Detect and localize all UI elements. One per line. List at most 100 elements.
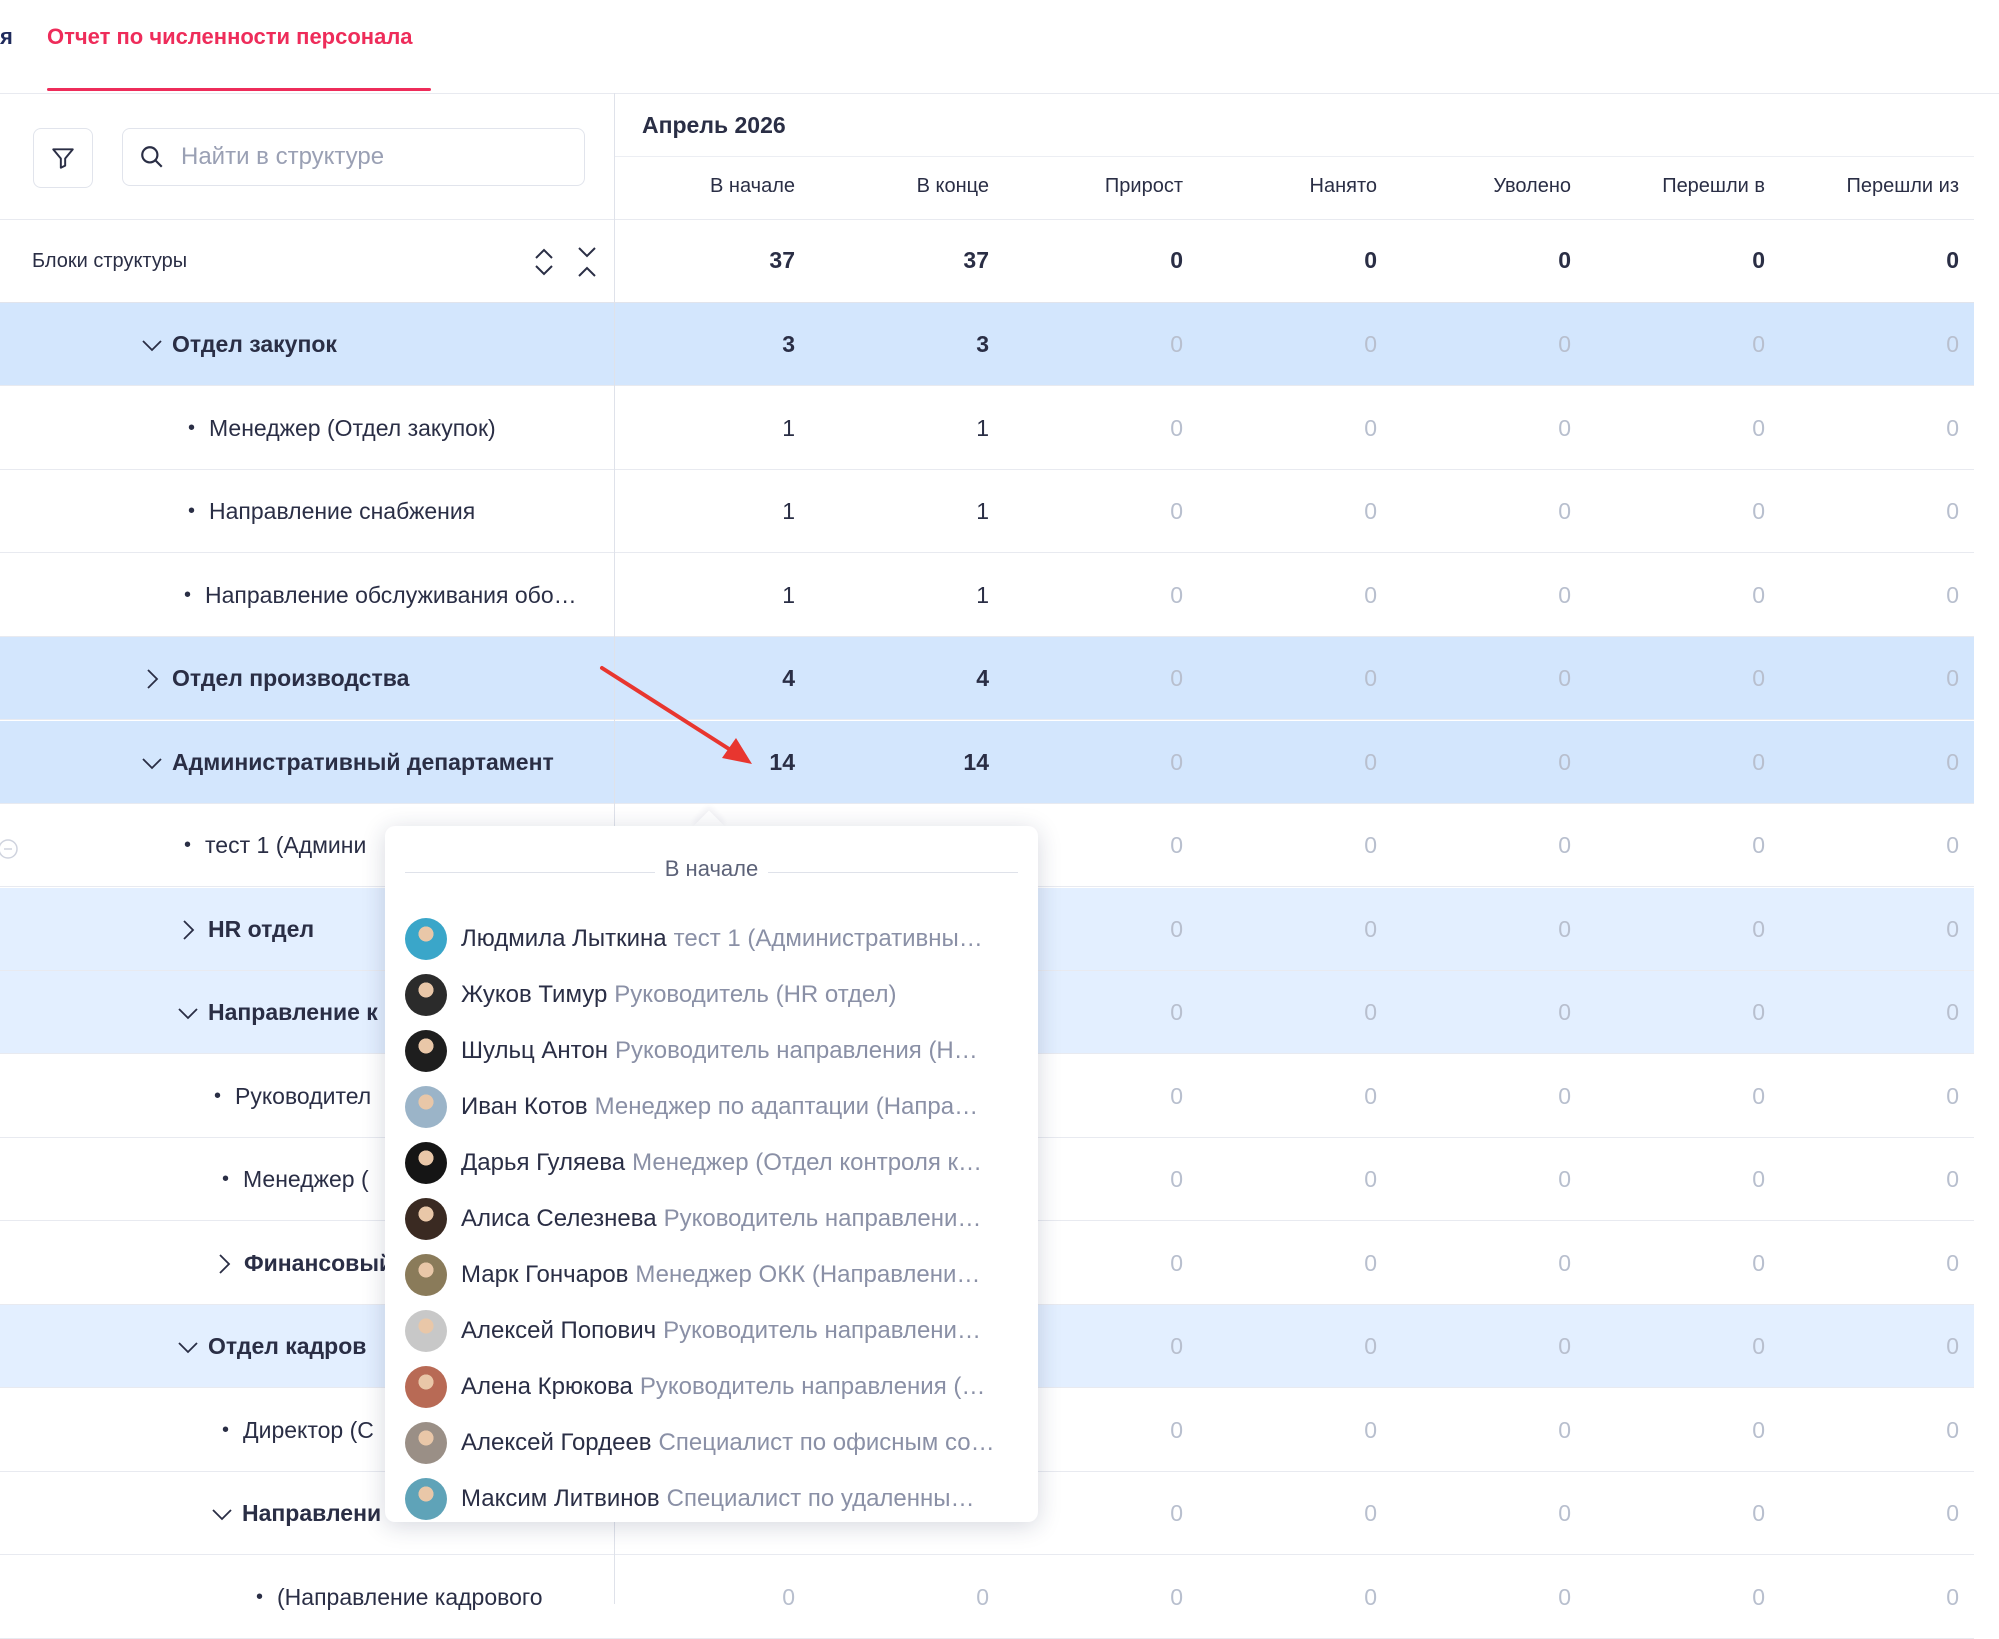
employee-name: Шульц Антон [461, 1037, 608, 1064]
row-label-text: Отдел закупок [172, 331, 337, 357]
value-cell: 0 [1364, 1333, 1377, 1359]
popup-title: В начале [385, 856, 1038, 882]
value-cell: 0 [1364, 1500, 1377, 1526]
value-cell: 0 [1558, 999, 1571, 1025]
value-cell: 0 [1558, 331, 1571, 357]
employee-name: Людмила Лыткина [461, 925, 667, 952]
chevron-down-icon[interactable] [140, 333, 164, 357]
chevron-down-icon[interactable] [210, 1502, 234, 1526]
column-header-2: Прирост [1104, 175, 1183, 197]
value-cell[interactable]: 1 [809, 470, 989, 553]
chevron-right-icon[interactable] [212, 1252, 236, 1276]
employee-name: Алиса Селезнева [461, 1205, 657, 1232]
chevron-right-icon[interactable] [176, 918, 200, 942]
filter-icon [52, 148, 74, 169]
employee-name: Алена Крюкова [461, 1373, 633, 1400]
row-label-text: Административный департамент [172, 749, 554, 775]
row-label: • Направление обслуживания обо… [184, 554, 600, 637]
table-row[interactable]: Административный департамент 14 14 0 0 0 0 0 [0, 721, 1974, 804]
search-input[interactable] [179, 142, 563, 172]
value-cell: 0 [1364, 1166, 1377, 1192]
structure-search[interactable] [122, 128, 585, 186]
value-cell[interactable]: 14 [809, 721, 989, 804]
value-cell: 0 [1752, 1166, 1765, 1192]
employee-item[interactable]: Иван Котов Менеджер по адаптации (Напра… [405, 1082, 1025, 1132]
chevron-down-icon[interactable] [176, 1335, 200, 1359]
employee-name: Марк Гончаров [461, 1261, 629, 1288]
value-cell: 0 [1946, 1333, 1959, 1359]
value-cell: 0 [1558, 1584, 1571, 1610]
value-cell: 0 [1170, 331, 1183, 357]
employee-item[interactable]: Дарья Гуляева Менеджер (Отдел контроля к… [405, 1138, 1025, 1188]
value-cell: 0 [1946, 582, 1959, 608]
employee-item[interactable]: Жуков Тимур Руководитель (HR отдел) [405, 970, 1025, 1020]
bullet-icon: • [188, 417, 196, 439]
row-label-text: Отдел кадров [208, 1333, 367, 1359]
value-cell: 0 [1364, 1417, 1377, 1443]
employee-item[interactable]: Алиса Селезнева Руководитель направлени… [405, 1194, 1025, 1244]
chevron-down-icon[interactable] [176, 1001, 200, 1025]
employee-item[interactable]: Максим Литвинов Специалист по удаленны… [405, 1474, 1025, 1524]
value-cell: 0 [1558, 1166, 1571, 1192]
value-cell[interactable]: 1 [809, 554, 989, 637]
collapse-panel-icon[interactable] [0, 834, 22, 864]
collapse-all-icon[interactable] [573, 244, 601, 280]
table-row[interactable]: • Менеджер (Отдел закупок) 1 1 0 0 0 0 0 [0, 387, 1974, 470]
value-cell: 0 [1946, 1250, 1959, 1276]
row-label: • (Направление кадрового [256, 1556, 600, 1639]
value-cell: 0 [1558, 1083, 1571, 1109]
sort-toggle-icon[interactable] [530, 244, 558, 280]
employee-item[interactable]: Алексей Гордеев Специалист по офисным со… [405, 1418, 1025, 1468]
value-cell[interactable]: 1 [615, 554, 795, 637]
table-row[interactable]: • Направление снабжения 1 1 0 0 0 0 0 [0, 470, 1974, 553]
value-cell[interactable]: 3 [615, 303, 795, 386]
value-cell[interactable]: 14 [615, 721, 795, 804]
column-header-0: В начале [710, 175, 795, 197]
avatar [405, 1086, 447, 1128]
employee-item[interactable]: Алексей Попович Руководитель направлени… [405, 1306, 1025, 1356]
column-header-6: Перешли из [1846, 175, 1959, 197]
total-value-2: 0 [1170, 247, 1183, 273]
bullet-icon: • [188, 500, 196, 522]
avatar [405, 974, 447, 1016]
value-cell[interactable]: 3 [809, 303, 989, 386]
table-row[interactable]: Отдел закупок 3 3 0 0 0 0 0 [0, 303, 1974, 386]
row-label-text: Отдел производства [172, 665, 410, 691]
value-cell[interactable]: 4 [615, 637, 795, 720]
value-cell: 0 [1752, 498, 1765, 524]
table-row[interactable]: Отдел производства 4 4 0 0 0 0 0 [0, 637, 1974, 720]
value-cell: 0 [1364, 415, 1377, 441]
value-cell[interactable]: 1 [615, 470, 795, 553]
employee-item[interactable]: Марк Гончаров Менеджер ОКК (Направлени… [405, 1250, 1025, 1300]
tab-headcount-report[interactable]: Отчет по численности персонала [47, 24, 413, 50]
avatar [405, 1310, 447, 1352]
row-label-text: (Направление кадрового [277, 1584, 543, 1610]
chevron-down-icon[interactable] [140, 751, 164, 775]
column-header-3: Нанято [1309, 175, 1378, 197]
value-cell: 0 [1558, 1417, 1571, 1443]
filter-button[interactable] [33, 128, 93, 188]
value-cell[interactable]: 1 [809, 387, 989, 470]
chevron-right-icon[interactable] [140, 667, 164, 691]
employee-role: Специалист по удаленны… [666, 1485, 975, 1512]
value-cell: 0 [1170, 498, 1183, 524]
value-cell: 0 [1558, 665, 1571, 691]
value-cell[interactable]: 0 [615, 1556, 795, 1639]
tab-previous[interactable]: я [0, 24, 13, 50]
value-cell[interactable]: 1 [615, 387, 795, 470]
value-cell[interactable]: 4 [809, 637, 989, 720]
employee-name: Алексей Гордеев [461, 1429, 652, 1456]
value-cell[interactable]: 0 [809, 1556, 989, 1639]
employee-item[interactable]: Шульц Антон Руководитель направления (Н… [405, 1026, 1025, 1076]
table-row[interactable]: • (Направление кадрового 0 0 0 0 0 0 0 [0, 1556, 1974, 1639]
value-cell: 0 [1170, 415, 1183, 441]
employee-item[interactable]: Людмила Лыткина тест 1 (Административны… [405, 914, 1025, 964]
row-label-text: Директор (С [243, 1417, 374, 1443]
table-row[interactable]: • Направление обслуживания обо… 1 1 0 0 0 0 0 [0, 554, 1974, 637]
value-cell: 0 [1558, 832, 1571, 858]
avatar [405, 1366, 447, 1408]
employee-name: Иван Котов [461, 1093, 588, 1120]
row-label-text: Менеджер ( [243, 1166, 369, 1192]
employee-item[interactable]: Алена Крюкова Руководитель направления (… [405, 1362, 1025, 1412]
avatar [405, 1422, 447, 1464]
